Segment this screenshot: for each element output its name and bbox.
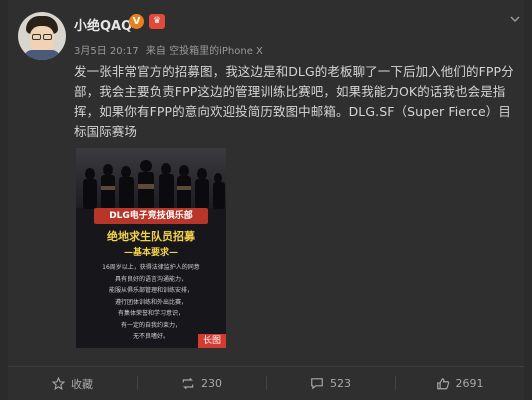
star-icon xyxy=(52,377,65,390)
post-meta: 3月5日 20:17 来自 空投箱里的iPhone X xyxy=(74,42,267,57)
member-badge[interactable]: ♛ xyxy=(149,14,165,29)
comment-icon xyxy=(310,377,324,390)
poster-line: 能服从俱乐部管理和训练安排， xyxy=(108,287,193,294)
verified-badge[interactable]: V xyxy=(129,14,144,29)
favorite-button[interactable]: 收藏 xyxy=(8,367,137,400)
poster-line: 16周岁以上，获得法律监护人的同意 xyxy=(102,264,200,271)
like-button[interactable]: 2691 xyxy=(395,367,524,400)
recruitment-poster-image[interactable]: DLG电子竞技俱乐部 绝地求生队员招募 —基本要求— 16周岁以上，获得法律监护… xyxy=(76,148,226,348)
poster-line: 有一定的自我约束力， xyxy=(120,321,181,329)
comment-button[interactable]: 523 xyxy=(266,367,395,400)
poster-line: 具有良好的语言沟通能力， xyxy=(114,275,187,283)
poster-figures xyxy=(83,160,225,209)
repost-button[interactable]: 230 xyxy=(137,367,266,400)
poster-requirements: 16周岁以上，获得法律监护人的同意 具有良好的语言沟通能力， 能服从俱乐部管理和… xyxy=(86,262,216,343)
repost-icon xyxy=(181,377,195,390)
like-count: 2691 xyxy=(455,377,484,390)
long-image-tag: 长图 xyxy=(198,334,226,348)
username-link[interactable]: 小绝QAQ xyxy=(74,15,132,34)
avatar[interactable] xyxy=(18,12,66,60)
comment-count: 523 xyxy=(330,377,351,390)
poster-subtitle: —基本要求— xyxy=(123,248,178,258)
post-text: 发一张非常官方的招募图，我这边是和DLG的老板聊了一下后加入他们的FPP分部，我… xyxy=(74,64,514,139)
post-source: 来自 空投箱里的iPhone X xyxy=(145,46,263,57)
poster-line: 遵行团体训练和外出比赛， xyxy=(114,298,187,306)
poster-title: 绝地求生队员招募 xyxy=(107,230,195,243)
post-date[interactable]: 3月5日 20:17 xyxy=(74,46,139,57)
repost-count: 230 xyxy=(201,377,222,390)
action-bar: 收藏 230 523 2691 xyxy=(8,367,524,400)
favorite-label: 收藏 xyxy=(71,377,93,391)
poster-header: DLG电子竞技俱乐部 xyxy=(94,208,208,224)
poster-line: 无不良嗜好。 xyxy=(132,333,169,340)
like-icon xyxy=(436,377,450,390)
poster-line: 有集体荣誉和学习意识， xyxy=(117,310,184,317)
weibo-post-card: 小绝QAQ V ♛ 3月5日 20:17 来自 空投箱里的iPhone X 发一… xyxy=(8,0,524,400)
chevron-down-icon[interactable] xyxy=(508,13,522,27)
